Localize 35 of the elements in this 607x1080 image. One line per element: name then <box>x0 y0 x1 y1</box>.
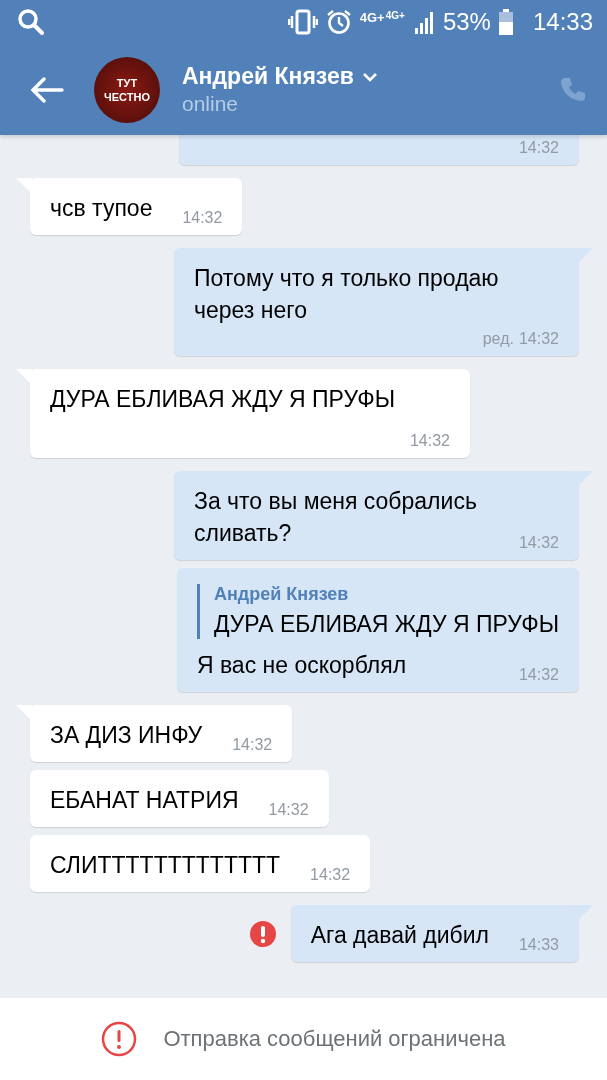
message-text: Потому что я только продаю через него <box>194 265 499 323</box>
avatar-text: ТУТ <box>116 75 138 90</box>
restriction-notice: Отправка сообщений ограничена <box>163 1026 506 1052</box>
edited-label: ред. <box>482 330 514 348</box>
message-time: 14:32 <box>182 209 223 227</box>
message-time: 14:33 <box>518 936 559 954</box>
reply-text: ДУРА ЕБЛИВАЯ ЖДУ Я ПРУФЫ <box>213 610 559 639</box>
reply-author: Андрей Князев <box>213 584 350 605</box>
avatar-text: ЧЕСТНО <box>104 89 150 104</box>
message-time: 14:32 <box>268 801 309 819</box>
message-time: 14:32 <box>232 736 273 754</box>
message-time: 14:32 <box>518 330 559 348</box>
message-text: Ага давай дибил <box>310 922 489 948</box>
message-bubble[interactable]: Андрей Князев ДУРА ЕБЛИВАЯ ЖДУ Я ПРУФЫ Я вас не оскорблял 14:32 <box>176 568 579 692</box>
message-text: Я вас не оскорблял <box>196 652 407 678</box>
message-text: ДУРА ЕБЛИВАЯ ЖДУ Я ПРУФЫ <box>50 386 396 412</box>
message-text: ЗА ДИЗ ИНФУ <box>50 722 203 748</box>
avatar[interactable]: ТУТ ЧЕСТНО <box>94 56 160 123</box>
message-bubble[interactable]: ЕБАНАТ НАТРИЯ 14:32 <box>30 770 329 827</box>
message-text: ЕБАНАТ НАТРИЯ <box>50 787 239 813</box>
message-time: 14:32 <box>518 534 559 552</box>
message-time: 14:32 <box>518 139 559 157</box>
clock: 14:33 <box>532 8 593 36</box>
message-text: СЛИТТТТТТТТТТТТТ <box>50 852 281 878</box>
message-time: 14:32 <box>518 666 559 684</box>
message-bubble[interactable]: СЛИТТТТТТТТТТТТТ 14:32 <box>30 835 371 892</box>
message-text: чсв тупое <box>50 195 153 221</box>
network-label: 4G+ <box>385 10 405 21</box>
message-text: За что вы меня собрались сливать? <box>194 488 477 546</box>
contact-status: online <box>182 92 240 116</box>
message-time: 14:32 <box>409 432 450 450</box>
network-label: 4G+ <box>359 10 385 25</box>
battery-percent: 53% <box>442 8 491 36</box>
contact-name[interactable]: Андрей Князев <box>182 63 354 90</box>
message-time: 14:32 <box>310 866 351 884</box>
